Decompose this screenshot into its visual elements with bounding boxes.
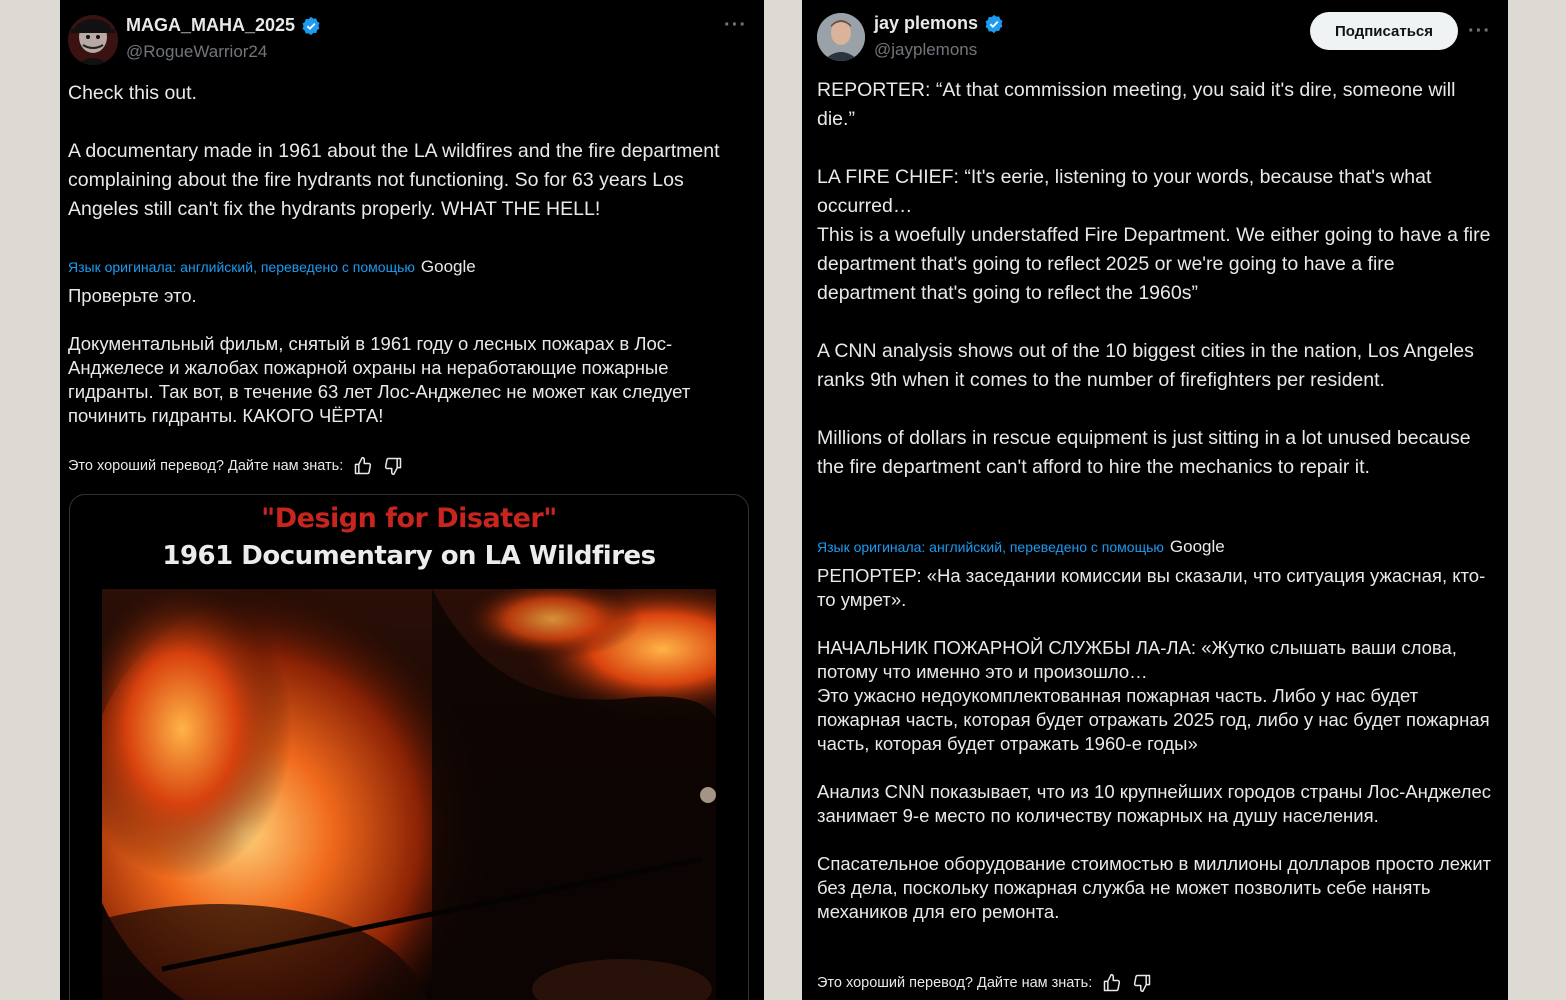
video-frame-fire-image[interactable] <box>102 589 716 1000</box>
left-avatar[interactable] <box>68 15 118 65</box>
left-google-label: Google <box>420 257 476 276</box>
left-translation-note: Язык оригинала: английский, переведено с… <box>68 257 476 277</box>
right-avatar[interactable] <box>817 13 865 61</box>
right-original-text: REPORTER: “At that commission meeting, y… <box>817 79 1491 478</box>
thumbs-down-icon[interactable] <box>1132 973 1152 993</box>
thumbs-up-icon[interactable] <box>353 456 373 476</box>
left-tweet: MAGA_MAHA_2025 @RogueWarrior24 ··· Check… <box>60 0 764 1000</box>
thumbs-up-icon[interactable] <box>1102 973 1122 993</box>
right-display-name[interactable]: jay plemons <box>874 13 1004 34</box>
video-card[interactable]: "Design for Disater" 1961 Documentary on… <box>69 494 749 1000</box>
left-feedback-prompt: Это хороший перевод? Дайте нам знать: <box>68 458 344 474</box>
right-tweet: jay plemons @jayplemons Подписаться ··· … <box>802 0 1508 1000</box>
right-handle[interactable]: @jayplemons <box>874 40 977 60</box>
right-feedback-prompt: Это хороший перевод? Дайте нам знать: <box>817 975 1093 991</box>
left-display-name[interactable]: MAGA_MAHA_2025 <box>126 15 321 36</box>
left-handle[interactable]: @RogueWarrior24 <box>126 42 267 62</box>
thumbs-down-icon[interactable] <box>383 456 403 476</box>
right-google-label: Google <box>1169 537 1225 556</box>
more-dots-icon[interactable]: ··· <box>1468 20 1491 43</box>
right-translation-note: Язык оригинала: английский, переведено с… <box>817 537 1225 557</box>
follow-button[interactable]: Подписаться <box>1310 12 1458 50</box>
left-translated-text: Проверьте это. Документальный фильм, сня… <box>68 285 691 426</box>
verified-badge-icon <box>302 16 320 35</box>
left-display-name-text[interactable]: MAGA_MAHA_2025 <box>126 15 295 36</box>
video-title-red: "Design for Disater" <box>261 503 557 534</box>
verified-badge-icon <box>985 14 1003 33</box>
right-display-name-text[interactable]: jay plemons <box>874 13 978 34</box>
right-translation-note-text[interactable]: Язык оригинала: английский, переведено с… <box>817 539 1164 555</box>
left-original-text: Check this out. A documentary made in 19… <box>68 82 720 220</box>
left-translation-note-text[interactable]: Язык оригинала: английский, переведено с… <box>68 259 415 275</box>
video-title-white: 1961 Documentary on LA Wildfires <box>162 541 656 571</box>
left-feedback-row: Это хороший перевод? Дайте нам знать: <box>68 456 403 476</box>
right-translated-text: РЕПОРТЕР: «На заседании комиссии вы сказ… <box>817 565 1492 922</box>
right-feedback-row: Это хороший перевод? Дайте нам знать: <box>817 973 1152 993</box>
more-dots-icon[interactable]: ··· <box>724 14 747 37</box>
